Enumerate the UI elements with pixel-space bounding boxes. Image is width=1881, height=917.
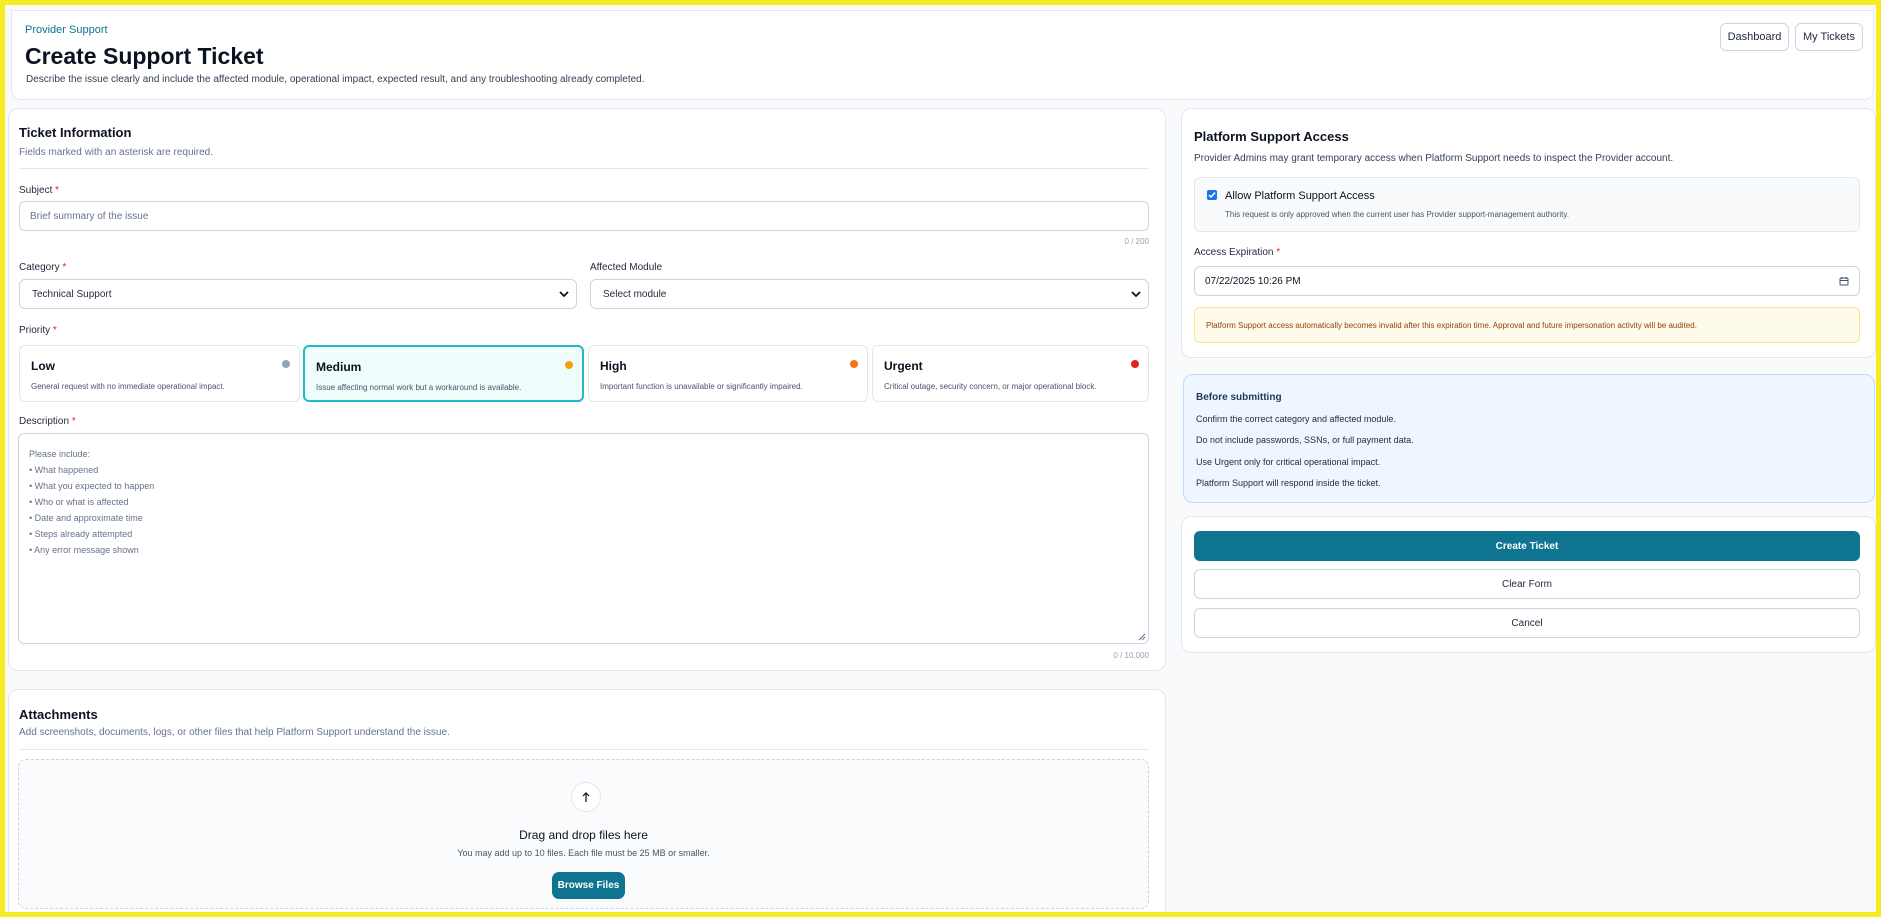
description-placeholder-line: Please include: — [29, 449, 91, 459]
priority-description: General request with no immediate operat… — [31, 382, 225, 391]
checkmark-icon — [1208, 192, 1216, 199]
allow-access-panel: Allow Platform Support Access This reque… — [1194, 177, 1860, 232]
ticket-divider — [19, 168, 1149, 169]
create-ticket-button[interactable]: Create Ticket — [1194, 531, 1860, 561]
attachments-title: Attachments — [19, 707, 98, 722]
priority-option-urgent[interactable]: Urgent Critical outage, security concern… — [872, 345, 1149, 402]
dashboard-button[interactable]: Dashboard — [1720, 23, 1789, 51]
file-drop-zone[interactable]: Drag and drop files here You may add up … — [18, 759, 1149, 909]
category-label: Category * — [19, 262, 67, 273]
upload-arrow-icon — [571, 782, 601, 812]
allow-access-help: This request is only approved when the c… — [1225, 210, 1570, 219]
subject-counter: 0 / 200 — [1124, 237, 1149, 246]
page-header: Provider Support Create Support Ticket D… — [11, 10, 1874, 100]
priority-label: Priority * — [19, 325, 57, 336]
checklist-item: Do not include passwords, SSNs, or full … — [1196, 435, 1414, 445]
browse-files-button[interactable]: Browse Files — [552, 872, 625, 899]
drop-zone-subtitle: You may add up to 10 files. Each file mu… — [457, 848, 710, 858]
priority-option-medium[interactable]: Medium Issue affecting normal work but a… — [303, 345, 584, 402]
priority-name: High — [600, 359, 627, 373]
description-placeholder-line: • Date and approximate time — [29, 513, 143, 523]
attachments-subtitle: Add screenshots, documents, logs, or oth… — [19, 727, 450, 738]
calendar-icon[interactable] — [1839, 276, 1849, 286]
app-frame: Provider Support Create Support Ticket D… — [0, 0, 1881, 917]
clear-form-button[interactable]: Clear Form — [1194, 569, 1860, 599]
description-placeholder-line: • What happened — [29, 465, 99, 475]
description-placeholder-line: • Who or what is affected — [29, 497, 129, 507]
category-select[interactable]: Technical Support — [19, 279, 577, 309]
priority-name: Urgent — [884, 359, 923, 373]
allow-access-label[interactable]: Allow Platform Support Access — [1225, 190, 1375, 202]
my-tickets-button[interactable]: My Tickets — [1795, 23, 1863, 51]
page-subtitle: Describe the issue clearly and include t… — [26, 74, 645, 85]
priority-description: Important function is unavailable or sig… — [600, 382, 803, 391]
platform-access-subtitle: Provider Admins may grant temporary acce… — [1194, 153, 1674, 164]
priority-dot-icon — [850, 360, 858, 368]
access-expiration-label: Access Expiration * — [1194, 247, 1281, 258]
priority-dot-icon — [1131, 360, 1139, 368]
description-placeholder-line: • Steps already attempted — [29, 529, 133, 539]
ticket-information-subtitle: Fields marked with an asterisk are requi… — [19, 147, 213, 158]
access-expiration-input[interactable]: 07/22/2025 10:26 PM — [1194, 266, 1860, 296]
ticket-information-title: Ticket Information — [19, 125, 132, 140]
drop-zone-title: Drag and drop files here — [519, 828, 648, 842]
checklist-item: Use Urgent only for critical operational… — [1196, 457, 1381, 467]
priority-description: Critical outage, security concern, or ma… — [884, 382, 1097, 391]
page-title: Create Support Ticket — [25, 43, 264, 69]
chevron-down-icon — [1131, 291, 1141, 298]
description-label: Description * — [19, 416, 76, 427]
platform-access-title: Platform Support Access — [1194, 129, 1349, 144]
checklist-item: Platform Support will respond inside the… — [1196, 478, 1381, 488]
priority-name: Low — [31, 359, 55, 373]
expiration-warning: Platform Support access automatically be… — [1194, 307, 1860, 343]
description-counter: 0 / 10,000 — [1113, 651, 1149, 660]
priority-dot-icon — [282, 360, 290, 368]
attachments-divider — [19, 749, 1149, 750]
cancel-button[interactable]: Cancel — [1194, 608, 1860, 638]
priority-description: Issue affecting normal work but a workar… — [316, 383, 522, 392]
priority-dot-icon — [565, 361, 573, 369]
allow-access-checkbox[interactable] — [1207, 190, 1217, 200]
resize-handle-icon[interactable] — [1136, 631, 1146, 641]
subject-label: Subject * — [19, 185, 60, 196]
subject-input[interactable]: Brief summary of the issue — [19, 201, 1149, 231]
description-textarea[interactable]: Please include: • What happened • What y… — [18, 433, 1149, 644]
chevron-down-icon — [559, 291, 569, 298]
platform-access-card: Platform Support Access Provider Admins … — [1181, 108, 1876, 358]
affected-module-select[interactable]: Select module — [590, 279, 1149, 309]
before-submitting-title: Before submitting — [1196, 392, 1282, 403]
before-submitting-card: Before submitting Confirm the correct ca… — [1183, 374, 1875, 503]
checklist-item: Confirm the correct category and affecte… — [1196, 414, 1396, 424]
priority-name: Medium — [316, 360, 362, 374]
priority-option-high[interactable]: High Important function is unavailable o… — [588, 345, 868, 402]
actions-card: Create Ticket Clear Form Cancel — [1181, 516, 1876, 653]
breadcrumb[interactable]: Provider Support — [25, 24, 108, 36]
affected-module-label: Affected Module — [590, 262, 663, 273]
priority-option-low[interactable]: Low General request with no immediate op… — [19, 345, 300, 402]
description-placeholder-line: • What you expected to happen — [29, 481, 155, 491]
description-placeholder-line: • Any error message shown — [29, 545, 139, 555]
